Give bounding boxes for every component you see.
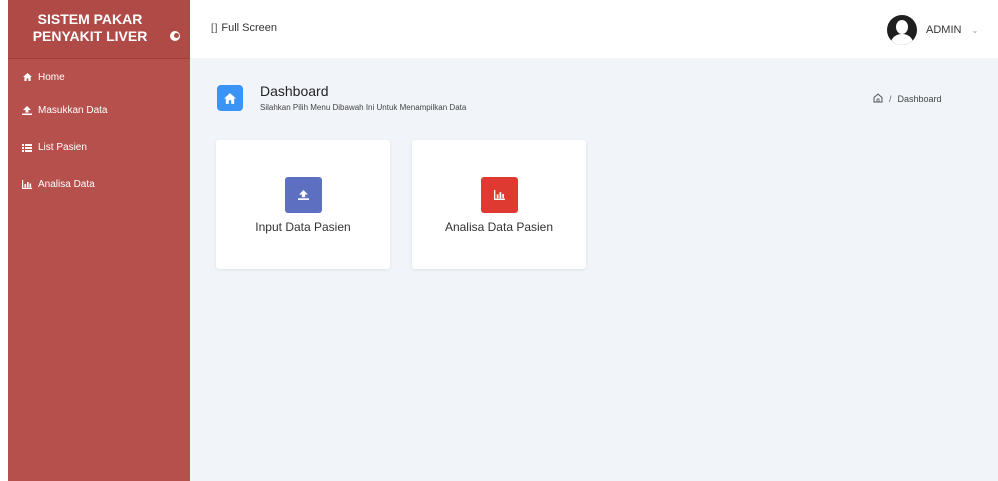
sidebar-item-label: Analisa Data: [38, 179, 95, 190]
upload-icon: [22, 106, 32, 115]
user-avatar-icon: [887, 15, 917, 45]
card-label: Analisa Data Pasien: [444, 220, 554, 234]
fullscreen-icon: [ ]: [211, 22, 218, 34]
brand-bar: SISTEM PAKAR PENYAKIT LIVER: [8, 0, 190, 59]
user-menu[interactable]: ADMIN ⌄: [887, 15, 978, 45]
list-icon: [22, 143, 32, 152]
sidebar: SISTEM PAKAR PENYAKIT LIVER Home Masukka…: [8, 0, 190, 481]
breadcrumb-current: Dashboard: [897, 94, 942, 104]
top-navbar: [ ] Full Screen ADMIN ⌄: [190, 0, 998, 58]
sidebar-item-home[interactable]: Home: [8, 62, 190, 92]
bar-chart-icon: [481, 177, 518, 213]
upload-icon: [285, 177, 322, 213]
main-content: Dashboard Silahkan Pilih Menu Dibawah In…: [190, 58, 998, 481]
bar-chart-icon: [22, 180, 32, 189]
breadcrumb-separator: /: [889, 94, 892, 104]
home-icon: [217, 85, 243, 111]
sidebar-toggle-icon[interactable]: [170, 31, 180, 41]
sidebar-item-masukkan-data[interactable]: Masukkan Data: [8, 92, 190, 129]
input-data-pasien-card[interactable]: Input Data Pasien: [216, 140, 390, 269]
sidebar-nav: Home Masukkan Data List Pasien Analisa D…: [8, 62, 190, 203]
fullscreen-button[interactable]: [ ] Full Screen: [211, 22, 277, 34]
breadcrumb: / Dashboard: [873, 93, 942, 105]
page-subtitle: Silahkan Pilih Menu Dibawah Ini Untuk Me…: [260, 103, 467, 112]
sidebar-item-analisa-data[interactable]: Analisa Data: [8, 166, 190, 203]
page-title: Dashboard: [260, 83, 329, 99]
fullscreen-label: Full Screen: [221, 22, 278, 34]
analisa-data-pasien-card[interactable]: Analisa Data Pasien: [412, 140, 586, 269]
breadcrumb-home-icon[interactable]: [873, 93, 883, 105]
sidebar-item-label: Home: [38, 71, 65, 83]
chevron-down-icon: ⌄: [971, 25, 979, 35]
card-label: Input Data Pasien: [255, 220, 351, 234]
sidebar-item-label: Masukkan Data: [38, 105, 108, 116]
home-icon: [22, 73, 32, 81]
user-name: ADMIN: [926, 24, 962, 36]
sidebar-item-label: List Pasien: [38, 142, 87, 153]
app-title: SISTEM PAKAR PENYAKIT LIVER: [32, 11, 148, 44]
sidebar-item-list-pasien[interactable]: List Pasien: [8, 129, 190, 166]
